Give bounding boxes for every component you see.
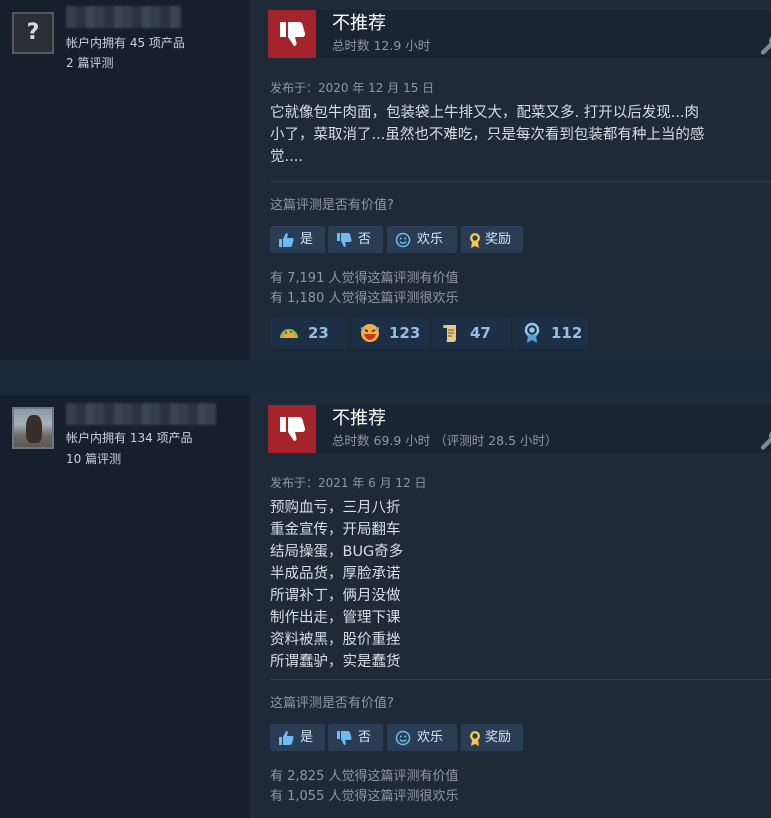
wrench-icon[interactable] xyxy=(758,427,771,453)
vote-funny-button[interactable]: 欢乐 xyxy=(387,724,457,751)
author-review-count[interactable]: 10 篇评测 xyxy=(66,449,121,469)
review-body-line: 觉.... xyxy=(270,149,303,165)
question-mark-icon: ? xyxy=(26,20,40,45)
review-header[interactable]: 不推荐 总时数 69.9 小时 （评测时 28.5 小时） xyxy=(268,405,771,453)
thumbs-down-icon xyxy=(337,233,352,247)
review-header[interactable]: 不推荐 总时数 12.9 小时 xyxy=(268,10,771,58)
blurred-username[interactable] xyxy=(66,403,216,425)
review-author-panel: ? 帐户内拥有 45 项产品 2 篇评测 xyxy=(0,0,250,360)
playtime-hours: 总时数 12.9 小时 xyxy=(332,38,431,53)
thumbs-up-icon xyxy=(279,233,294,247)
taco-award-icon xyxy=(280,329,298,338)
recommendation-title: 不推荐 xyxy=(332,13,386,34)
funny-count: 有 1,055 人觉得这篇评测很欢乐 xyxy=(270,789,459,804)
avatar[interactable]: ? xyxy=(12,12,54,54)
helpful-count: 有 2,825 人觉得这篇评测有价值 xyxy=(270,769,459,784)
author-review-count[interactable]: 2 篇评测 xyxy=(66,53,113,73)
helpful-count: 有 7,191 人觉得这篇评测有价值 xyxy=(270,271,459,286)
review-body-line: 制作出走，管理下课 xyxy=(270,610,401,626)
review-body-line: 所谓蠢驴，实是蠢货 xyxy=(270,654,401,670)
laughing-face-award-icon xyxy=(360,324,380,342)
recommendation-title: 不推荐 xyxy=(332,408,386,429)
award-badge[interactable]: 47 xyxy=(432,317,510,349)
review-author-panel: 帐户内拥有 134 项产品 10 篇评测 xyxy=(0,395,250,818)
award-badge[interactable]: 23 xyxy=(270,317,348,349)
review-main: 不推荐 总时数 69.9 小时 （评测时 28.5 小时） 发布于：2021 年… xyxy=(250,395,771,818)
review-card: 帐户内拥有 134 项产品 10 篇评测 不推荐 总时数 69.9 小时 （评测… xyxy=(0,395,771,818)
funny-count: 有 1,180 人觉得这篇评测很欢乐 xyxy=(270,291,459,306)
vote-yes-label: 是 xyxy=(300,730,314,745)
avatar[interactable] xyxy=(12,407,54,449)
review-body: 它就像包牛肉面，包装袋上牛排又大，配菜又多. 打开以后发现...肉 小了，菜取消… xyxy=(270,102,765,168)
vote-no-label: 否 xyxy=(358,730,372,745)
award-count: 112 xyxy=(551,324,583,342)
thumbs-down-icon xyxy=(268,10,316,58)
posted-date: 发布于：2020 年 12 月 15 日 xyxy=(270,81,435,95)
vote-no-label: 否 xyxy=(358,232,372,247)
wrench-icon[interactable] xyxy=(758,32,771,58)
vote-yes-button[interactable]: 是 xyxy=(270,724,325,751)
vote-no-button[interactable]: 否 xyxy=(328,724,383,751)
thumbs-down-icon xyxy=(337,731,352,745)
review-main: 不推荐 总时数 12.9 小时 发布于：2020 年 12 月 15 日 它就像… xyxy=(250,0,771,360)
award-count: 123 xyxy=(389,324,421,342)
award-button[interactable]: 奖励 xyxy=(461,226,523,253)
award-count: 47 xyxy=(470,324,491,342)
smiley-icon xyxy=(395,730,411,746)
smiley-icon xyxy=(395,232,411,248)
vote-funny-label: 欢乐 xyxy=(417,730,444,745)
review-card: ? 帐户内拥有 45 项产品 2 篇评测 不推荐 总时数 12.9 小时 发布于… xyxy=(0,0,771,360)
divider xyxy=(270,679,771,680)
blurred-username[interactable] xyxy=(66,6,181,28)
award-badge[interactable]: 123 xyxy=(351,317,429,349)
award-ribbon-icon xyxy=(470,731,480,746)
vote-funny-button[interactable]: 欢乐 xyxy=(387,226,457,253)
helpful-question: 这篇评测是否有价值? xyxy=(270,696,394,711)
review-body-line: 预购血亏，三月八折 xyxy=(270,500,401,516)
award-label: 奖励 xyxy=(485,232,512,247)
divider xyxy=(270,181,771,182)
review-body-line: 所谓补丁，俩月没做 xyxy=(270,588,401,604)
medal-award-icon xyxy=(524,322,540,343)
author-products[interactable]: 帐户内拥有 45 项产品 xyxy=(66,33,185,53)
vote-funny-label: 欢乐 xyxy=(417,232,444,247)
thumbs-down-icon xyxy=(268,405,316,453)
thumbs-up-icon xyxy=(279,731,294,745)
review-body-line: 重金宣传，开局翻车 xyxy=(270,522,401,538)
review-body-line: 资料被黑，股价重挫 xyxy=(270,632,401,648)
helpful-question: 这篇评测是否有价值? xyxy=(270,198,394,213)
review-body-line: 它就像包牛肉面，包装袋上牛排又大，配菜又多. 打开以后发现...肉 xyxy=(270,105,700,121)
review-separator xyxy=(0,360,771,395)
vote-no-button[interactable]: 否 xyxy=(328,226,383,253)
author-products[interactable]: 帐户内拥有 134 项产品 xyxy=(66,428,193,448)
playtime-hours: 总时数 69.9 小时 （评测时 28.5 小时） xyxy=(332,433,558,448)
review-body-line: 半成品货，厚脸承诺 xyxy=(270,566,401,582)
posted-date: 发布于：2021 年 6 月 12 日 xyxy=(270,476,427,490)
review-body-line: 结局操蛋，BUG奇多 xyxy=(270,544,404,560)
award-label: 奖励 xyxy=(485,730,512,745)
review-body-line: 小了，菜取消了...虽然也不难吃，只是每次看到包装都有种上当的感 xyxy=(270,127,705,143)
avatar-figure xyxy=(26,415,42,443)
award-ribbon-icon xyxy=(470,233,480,248)
scroll-award-icon xyxy=(443,325,456,342)
award-badge[interactable]: 112 xyxy=(513,317,588,349)
award-button[interactable]: 奖励 xyxy=(461,724,523,751)
award-count: 23 xyxy=(308,324,329,342)
review-body: 预购血亏，三月八折 重金宣传，开局翻车 结局操蛋，BUG奇多 半成品货，厚脸承诺… xyxy=(270,497,765,673)
vote-yes-button[interactable]: 是 xyxy=(270,226,325,253)
vote-yes-label: 是 xyxy=(300,232,314,247)
reviews-page: ? 帐户内拥有 45 项产品 2 篇评测 不推荐 总时数 12.9 小时 发布于… xyxy=(0,0,771,818)
